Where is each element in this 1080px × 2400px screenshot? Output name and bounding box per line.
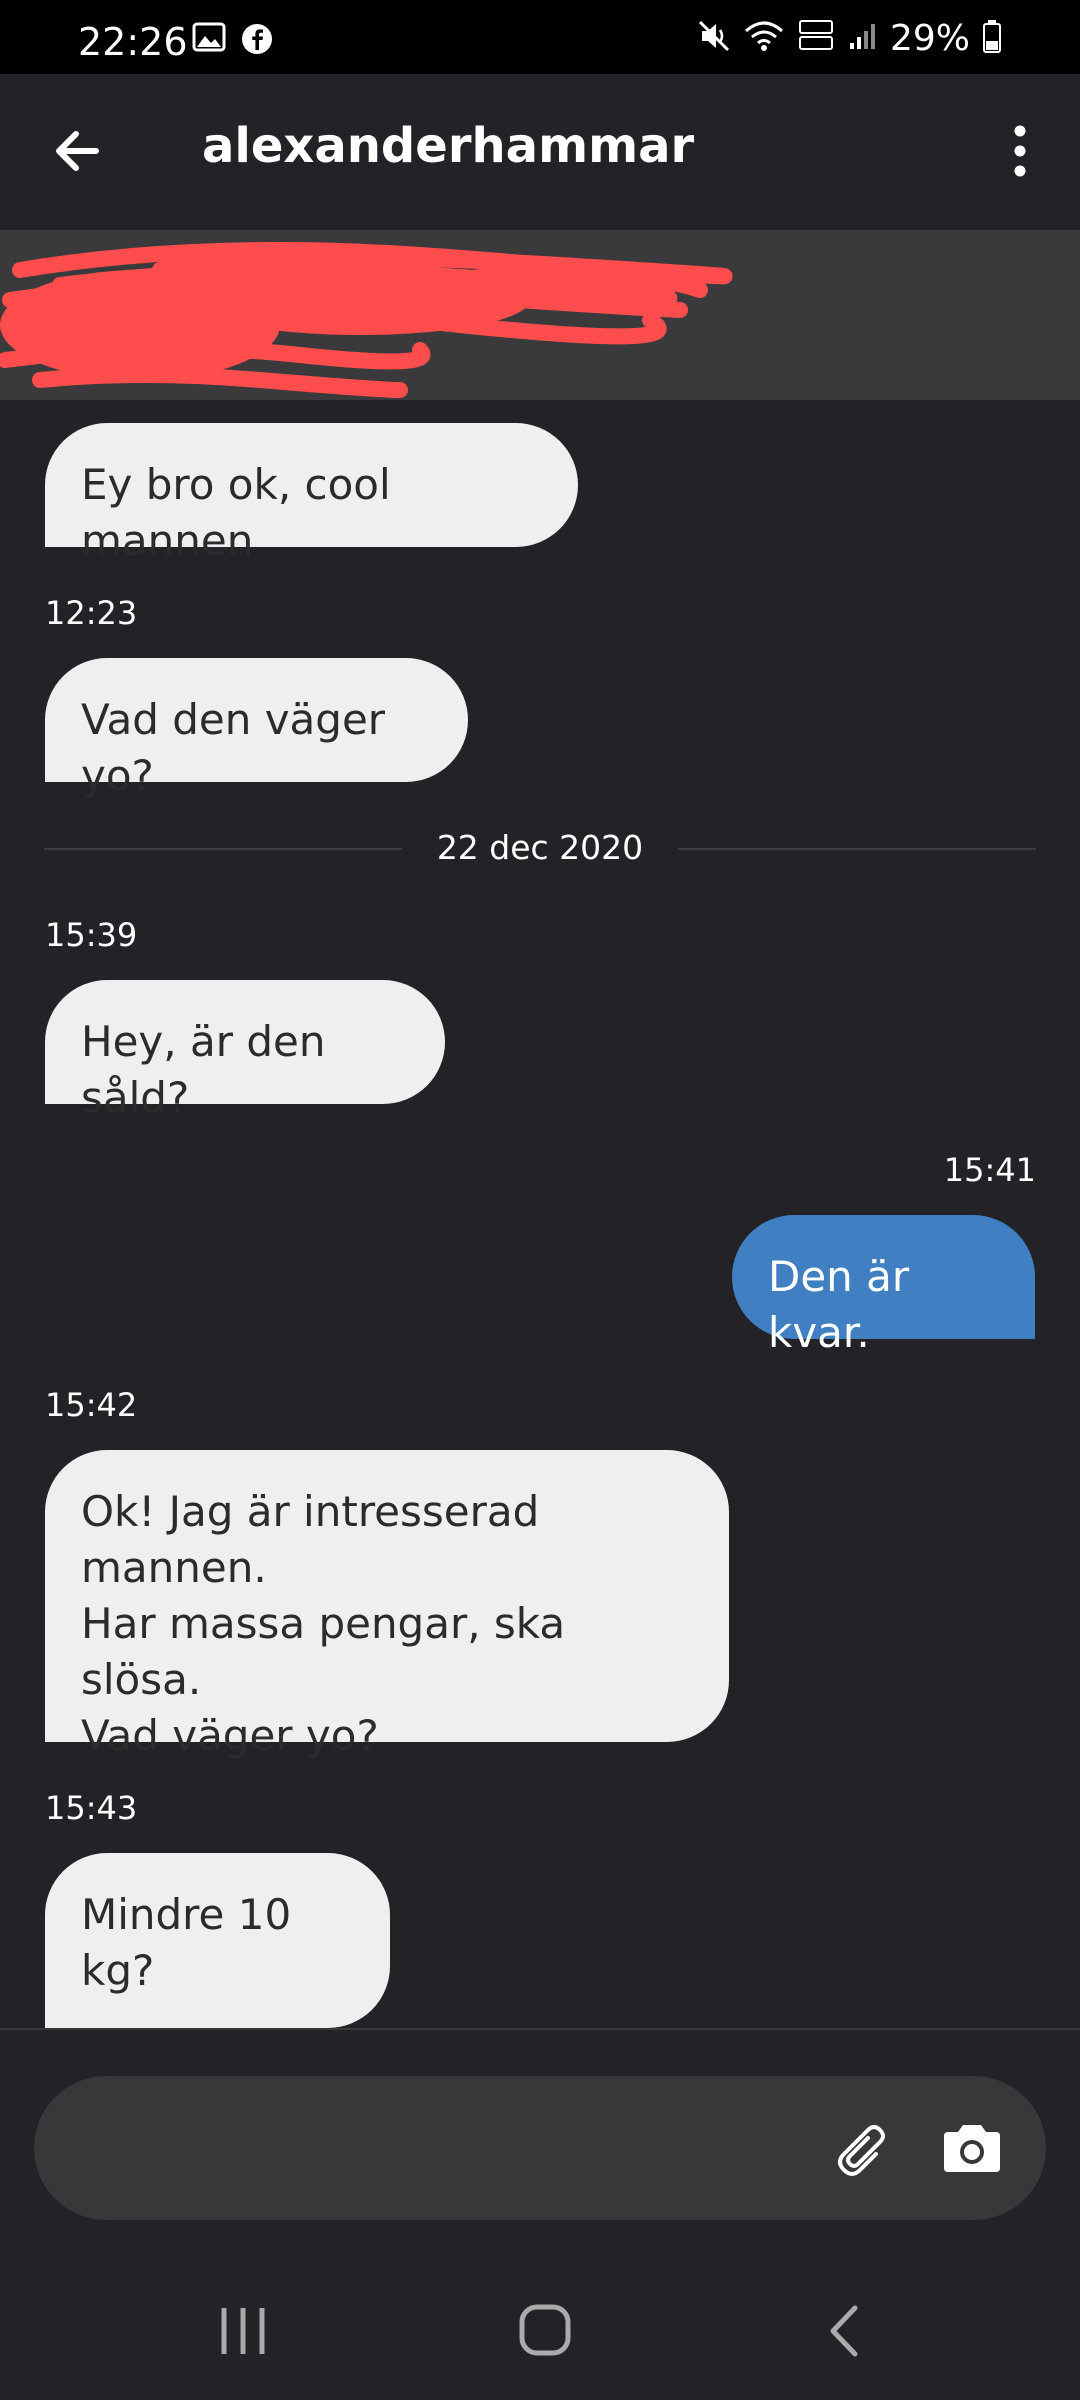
mute-icon [696,18,732,58]
composer-divider [0,2028,1080,2030]
system-nav-bar [0,2260,1080,2400]
date-label: 22 dec 2020 [436,828,644,867]
message-time: 15:42 [45,1386,138,1424]
message-time: 15:41 [943,1151,1036,1189]
message-text: Hey, är den såld? [81,1017,326,1122]
status-right: 29% [696,17,1002,59]
camera-icon [944,2125,1000,2172]
home-icon [519,2304,571,2356]
message-text: Vad den väger yo? [81,695,386,800]
battery-icon [982,19,1002,57]
message-text-line: Ok! Jag är intresserad mannen. [81,1487,540,1592]
conversation-title: alexanderhammar [202,118,695,174]
message-text-line: Har massa pengar, ska slösa. [81,1599,566,1704]
battery-percent: 29% [889,17,970,59]
facebook-icon [240,22,274,60]
camera-button[interactable] [932,2110,1012,2190]
back-nav-button[interactable] [800,2296,890,2366]
message-text: Den är kvar. [768,1252,910,1357]
paperclip-icon [838,2125,885,2176]
more-options-button[interactable] [990,116,1050,186]
message-input[interactable] [74,2106,818,2192]
message-bubble-incoming: Hey, är den såld? [45,980,445,1122]
message-bubble-outgoing: Den är kvar. [732,1215,1035,1357]
message-bubble-incoming: Mindre 10 kg? [45,1853,390,2028]
recent-apps-button[interactable] [198,2296,288,2366]
message-text: Ey bro ok, cool mannen [81,460,391,565]
message-text: Mindre 10 kg? [81,1890,292,1995]
app-bar: alexanderhammar [0,74,1080,230]
message-bubble-incoming: Ey bro ok, cool mannen [45,423,578,565]
message-time: 15:43 [45,1789,138,1827]
more-vert-icon [1014,125,1026,177]
date-separator: 22 dec 2020 [44,826,1036,870]
message-text-line: Vad väger yo? [81,1711,379,1760]
message-bubble-incoming: Ok! Jag är intresserad mannen. Har massa… [45,1450,729,1760]
message-bubble-incoming: Vad den väger yo? [45,658,468,800]
status-time: 22:26 [78,20,188,64]
message-time: 12:23 [45,594,138,632]
redaction-scribble [0,242,733,398]
message-composer [34,2076,1046,2220]
attach-button[interactable] [824,2110,904,2190]
status-bar: 22:26 29% [0,0,1080,74]
recents-icon [221,2308,265,2354]
arrow-left-icon [56,131,99,171]
volte-lte-icon [796,18,836,58]
home-button[interactable] [500,2296,590,2366]
chevron-left-icon [830,2305,858,2357]
message-time: 15:39 [45,916,138,954]
wifi-icon [744,19,784,57]
gallery-icon [192,22,226,56]
listing-banner[interactable] [0,230,1080,400]
signal-icon [848,21,878,55]
back-button[interactable] [46,116,116,186]
